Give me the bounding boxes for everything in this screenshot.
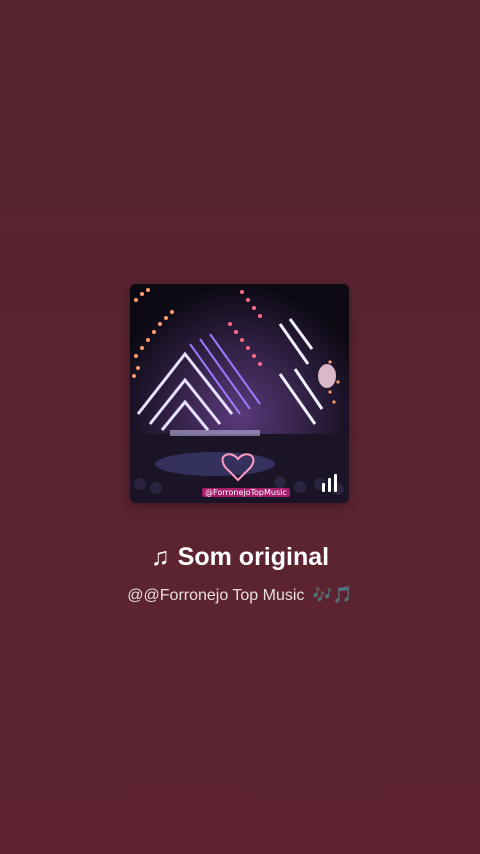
music-notes-emoji-icon: 🎶🎵 bbox=[312, 587, 353, 604]
author-name[interactable]: @@Forronejo Top Music bbox=[127, 587, 304, 604]
sound-title: ♫ Som original bbox=[0, 540, 480, 574]
album-cover[interactable]: @ForronejoTopMusic bbox=[130, 284, 349, 503]
cover-watermark: @ForronejoTopMusic bbox=[202, 488, 290, 497]
equalizer-bars-icon bbox=[322, 474, 337, 492]
music-note-icon: ♫ bbox=[150, 543, 170, 571]
sound-title-text: Som original bbox=[177, 543, 330, 571]
sound-author[interactable]: @@Forronejo Top Music 🎶🎵 bbox=[0, 585, 480, 607]
cover-image bbox=[130, 284, 349, 503]
